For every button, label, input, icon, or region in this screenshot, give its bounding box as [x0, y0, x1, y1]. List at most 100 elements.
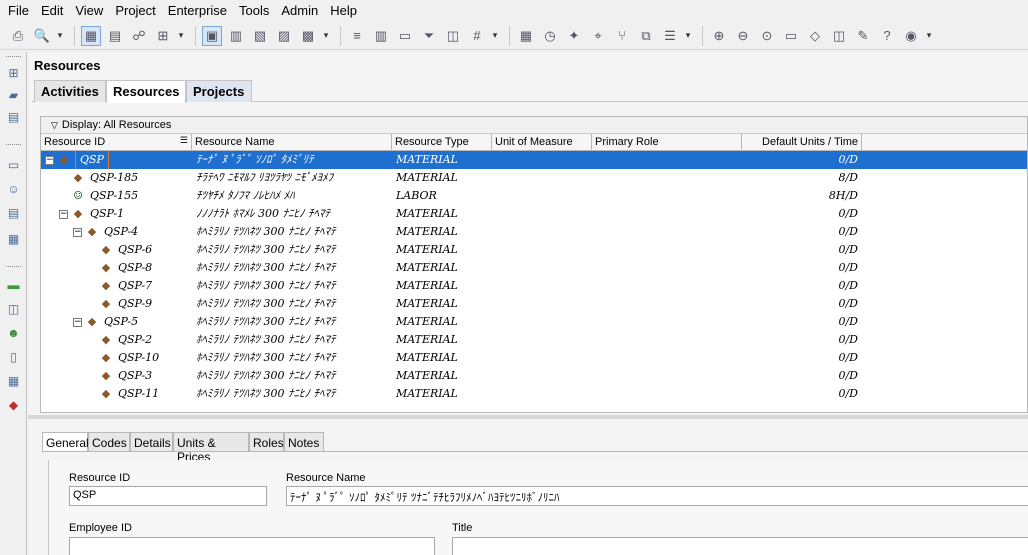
- window-icon[interactable]: ▭: [781, 26, 801, 46]
- zoom-out-icon[interactable]: ⊖: [733, 26, 753, 46]
- column-header-resource-type[interactable]: Resource Type: [392, 134, 492, 151]
- filter-icon[interactable]: ⏷: [419, 26, 439, 46]
- collapse-toggle-icon[interactable]: −: [73, 317, 82, 327]
- resource-id-field[interactable]: QSP: [69, 486, 267, 506]
- cube-icon[interactable]: ◆: [5, 396, 22, 413]
- tab-resources[interactable]: Resources: [106, 80, 186, 103]
- resource-name-field[interactable]: ﾃｰﾅﾟ ﾇ ﾟﾗﾞﾟ ｿﾉﾛﾟ ﾀﾒﾐﾟﾘﾃ ﾂﾅﾆﾞﾃﾁﾋﾗﾌﾘﾒﾉﾍﾞﾊﾖ…: [286, 486, 1028, 506]
- pane-splitter[interactable]: [28, 415, 1028, 419]
- clock-icon[interactable]: ◷: [540, 26, 560, 46]
- outline-icon[interactable]: ▤: [105, 26, 125, 46]
- layout-dropdown-icon[interactable]: ▾: [322, 26, 330, 46]
- table-row[interactable]: ◆ QSP-185 ﾁﾗﾃﾍﾜ ﾆﾓﾏﾙﾌ ﾘﾖﾂﾗﾔﾂ ﾆﾓﾞﾒﾖﾒﾌ MATERI…: [41, 169, 1027, 187]
- display-filter-bar[interactable]: ▽ Display: All Resources: [41, 117, 1027, 134]
- hash-icon[interactable]: #: [467, 26, 487, 46]
- bar-icon[interactable]: ▭: [395, 26, 415, 46]
- column-menu-icon[interactable]: ☰: [180, 135, 188, 146]
- table-row[interactable]: − ◆ QSP-4 ﾎﾍﾐﾗﾘﾉ ﾃﾂﾊﾈﾂ 300 ﾅﾆﾋﾉ ﾁﾍﾏﾃ MATERIA…: [41, 223, 1027, 241]
- folder-icon[interactable]: ▭: [5, 156, 22, 173]
- zoom-fit-icon[interactable]: ⊙: [757, 26, 777, 46]
- column-header-resource-id[interactable]: Resource ID ☰: [41, 134, 192, 151]
- diamond-icon[interactable]: ◇: [805, 26, 825, 46]
- tab-activities[interactable]: Activities: [34, 80, 106, 102]
- report-icon[interactable]: ▥: [226, 26, 246, 46]
- page-icon[interactable]: ▯: [5, 348, 22, 365]
- view-dropdown-icon[interactable]: ▾: [177, 26, 185, 46]
- tools-dropdown-icon[interactable]: ▾: [684, 26, 692, 46]
- print-dropdown-icon[interactable]: ▾: [56, 26, 64, 46]
- tab-general[interactable]: General: [42, 432, 89, 452]
- copy-icon[interactable]: ⧉: [636, 26, 656, 46]
- layout-alt-icon[interactable]: ▨: [274, 26, 294, 46]
- column-header-default-units[interactable]: Default Units / Time: [742, 134, 862, 151]
- table-row[interactable]: − ◆ QSP ﾃｰﾅﾟ ﾇ ﾟﾗﾞﾟ ｿﾉﾛﾟ ﾀﾒﾐﾟﾘﾃ MATERIAL 0/D: [41, 151, 1027, 169]
- help-dropdown-icon[interactable]: ▾: [925, 26, 933, 46]
- table-row[interactable]: ◆ QSP-8 ﾎﾍﾐﾗﾘﾉ ﾃﾂﾊﾈﾂ 300 ﾅﾆﾋﾉ ﾁﾍﾏﾃ MATERIAL…: [41, 259, 1027, 277]
- print-preview-icon[interactable]: 🔍: [32, 26, 52, 46]
- chart-icon[interactable]: ☍: [129, 26, 149, 46]
- print-icon[interactable]: ⎙: [8, 26, 28, 46]
- calculator-icon[interactable]: ▦: [5, 372, 22, 389]
- menu-help[interactable]: Help: [330, 3, 357, 18]
- tab-details[interactable]: Details: [130, 432, 173, 452]
- table-row[interactable]: ◆ QSP-3 ﾎﾍﾐﾗﾘﾉ ﾃﾂﾊﾈﾂ 300 ﾅﾆﾋﾉ ﾁﾍﾏﾃ MATERIAL…: [41, 367, 1027, 385]
- collapse-toggle-icon[interactable]: −: [45, 155, 54, 165]
- panes-icon[interactable]: ◫: [829, 26, 849, 46]
- link-icon[interactable]: ⌖: [588, 26, 608, 46]
- table-row[interactable]: ☺ QSP-155 ﾁﾂﾔﾁﾒ ﾀﾉﾌﾏ ﾉﾚﾋﾊﾒ ﾒﾊ LABOR 8H/D: [41, 187, 1027, 205]
- help-icon[interactable]: ◉: [901, 26, 921, 46]
- tab-notes[interactable]: Notes: [284, 432, 324, 452]
- employee-id-field[interactable]: [69, 537, 435, 555]
- group-dropdown-icon[interactable]: ▾: [491, 26, 499, 46]
- list-icon[interactable]: ☰: [660, 26, 680, 46]
- tab-codes[interactable]: Codes: [88, 432, 130, 452]
- column-header-resource-name[interactable]: Resource Name: [192, 134, 392, 151]
- chevron-down-icon[interactable]: ▽: [51, 120, 58, 131]
- doc-icon[interactable]: ▤: [5, 204, 22, 221]
- calendar-icon[interactable]: ▦: [516, 26, 536, 46]
- column-header-unit-of-measure[interactable]: Unit of Measure: [492, 134, 592, 151]
- tab-units-prices[interactable]: Units & Prices: [173, 432, 249, 464]
- menu-view[interactable]: View: [75, 3, 103, 18]
- user-icon[interactable]: ☺: [5, 180, 22, 197]
- table-row[interactable]: ◆ QSP-11 ﾎﾍﾐﾗﾘﾉ ﾃﾂﾊﾈﾂ 300 ﾅﾆﾋﾉ ﾁﾍﾏﾃ MATERIA…: [41, 385, 1027, 403]
- table-row[interactable]: ◆ QSP-9 ﾎﾍﾐﾗﾘﾉ ﾃﾂﾊﾈﾂ 300 ﾅﾆﾋﾉ ﾁﾍﾏﾃ MATERIAL…: [41, 295, 1027, 313]
- menu-tools[interactable]: Tools: [239, 3, 269, 18]
- question-icon[interactable]: ?: [877, 26, 897, 46]
- org-chart-icon[interactable]: ⊞: [153, 26, 173, 46]
- align-icon[interactable]: ≡: [347, 26, 367, 46]
- split-icon[interactable]: ⑂: [612, 26, 632, 46]
- menu-project[interactable]: Project: [115, 3, 155, 18]
- menu-enterprise[interactable]: Enterprise: [168, 3, 227, 18]
- table-row[interactable]: ◆ QSP-10 ﾎﾍﾐﾗﾘﾉ ﾃﾂﾊﾈﾂ 300 ﾅﾆﾋﾉ ﾁﾍﾏﾃ MATERIA…: [41, 349, 1027, 367]
- collapse-toggle-icon[interactable]: −: [59, 209, 68, 219]
- menu-admin[interactable]: Admin: [281, 3, 318, 18]
- new-project-icon[interactable]: ⊞: [5, 64, 22, 81]
- wbs-icon[interactable]: ▤: [5, 108, 22, 125]
- details-icon[interactable]: ▣: [202, 25, 222, 46]
- layers-icon[interactable]: ◫: [5, 300, 22, 317]
- tab-projects[interactable]: Projects: [186, 80, 252, 102]
- table-row[interactable]: ◆ QSP-2 ﾎﾍﾐﾗﾘﾉ ﾃﾂﾊﾈﾂ 300 ﾅﾆﾋﾉ ﾁﾍﾏﾃ MATERIAL…: [41, 331, 1027, 349]
- assign-icon[interactable]: ✦: [564, 26, 584, 46]
- layout-split-icon[interactable]: ▩: [298, 26, 318, 46]
- table-row[interactable]: ◆ QSP-7 ﾎﾍﾐﾗﾘﾉ ﾃﾂﾊﾈﾂ 300 ﾅﾆﾋﾉ ﾁﾍﾏﾃ MATERIAL…: [41, 277, 1027, 295]
- green-bar-icon[interactable]: ▬: [5, 276, 22, 293]
- table-row[interactable]: − ◆ QSP-1 ﾉﾉﾉﾅﾗﾄ ﾎﾏﾒﾚ 300 ﾅﾆﾋﾉ ﾁﾍﾏﾃ MATERIAL…: [41, 205, 1027, 223]
- report-sidebar-icon[interactable]: ▦: [5, 230, 22, 247]
- table-row[interactable]: ◆ QSP-6 ﾎﾍﾐﾗﾘﾉ ﾃﾂﾊﾈﾂ 300 ﾅﾆﾋﾉ ﾁﾍﾏﾃ MATERIAL…: [41, 241, 1027, 259]
- people-icon[interactable]: ☻: [5, 324, 22, 341]
- group-sort-icon[interactable]: ◫: [443, 26, 463, 46]
- comment-icon[interactable]: ✎: [853, 26, 873, 46]
- column-header-primary-role[interactable]: Primary Role: [592, 134, 742, 151]
- open-folder-icon[interactable]: ▰: [5, 86, 22, 103]
- layout-icon[interactable]: ▧: [250, 26, 270, 46]
- columns-icon[interactable]: ▥: [371, 26, 391, 46]
- menu-edit[interactable]: Edit: [41, 3, 63, 18]
- collapse-toggle-icon[interactable]: −: [73, 227, 82, 237]
- table-view-icon[interactable]: ▦: [81, 25, 101, 46]
- zoom-in-icon[interactable]: ⊕: [709, 26, 729, 46]
- table-row[interactable]: − ◆ QSP-5 ﾎﾍﾐﾗﾘﾉ ﾃﾂﾊﾈﾂ 300 ﾅﾆﾋﾉ ﾁﾍﾏﾃ MATERIA…: [41, 313, 1027, 331]
- menu-file[interactable]: File: [8, 3, 29, 18]
- title-field[interactable]: [452, 537, 1028, 555]
